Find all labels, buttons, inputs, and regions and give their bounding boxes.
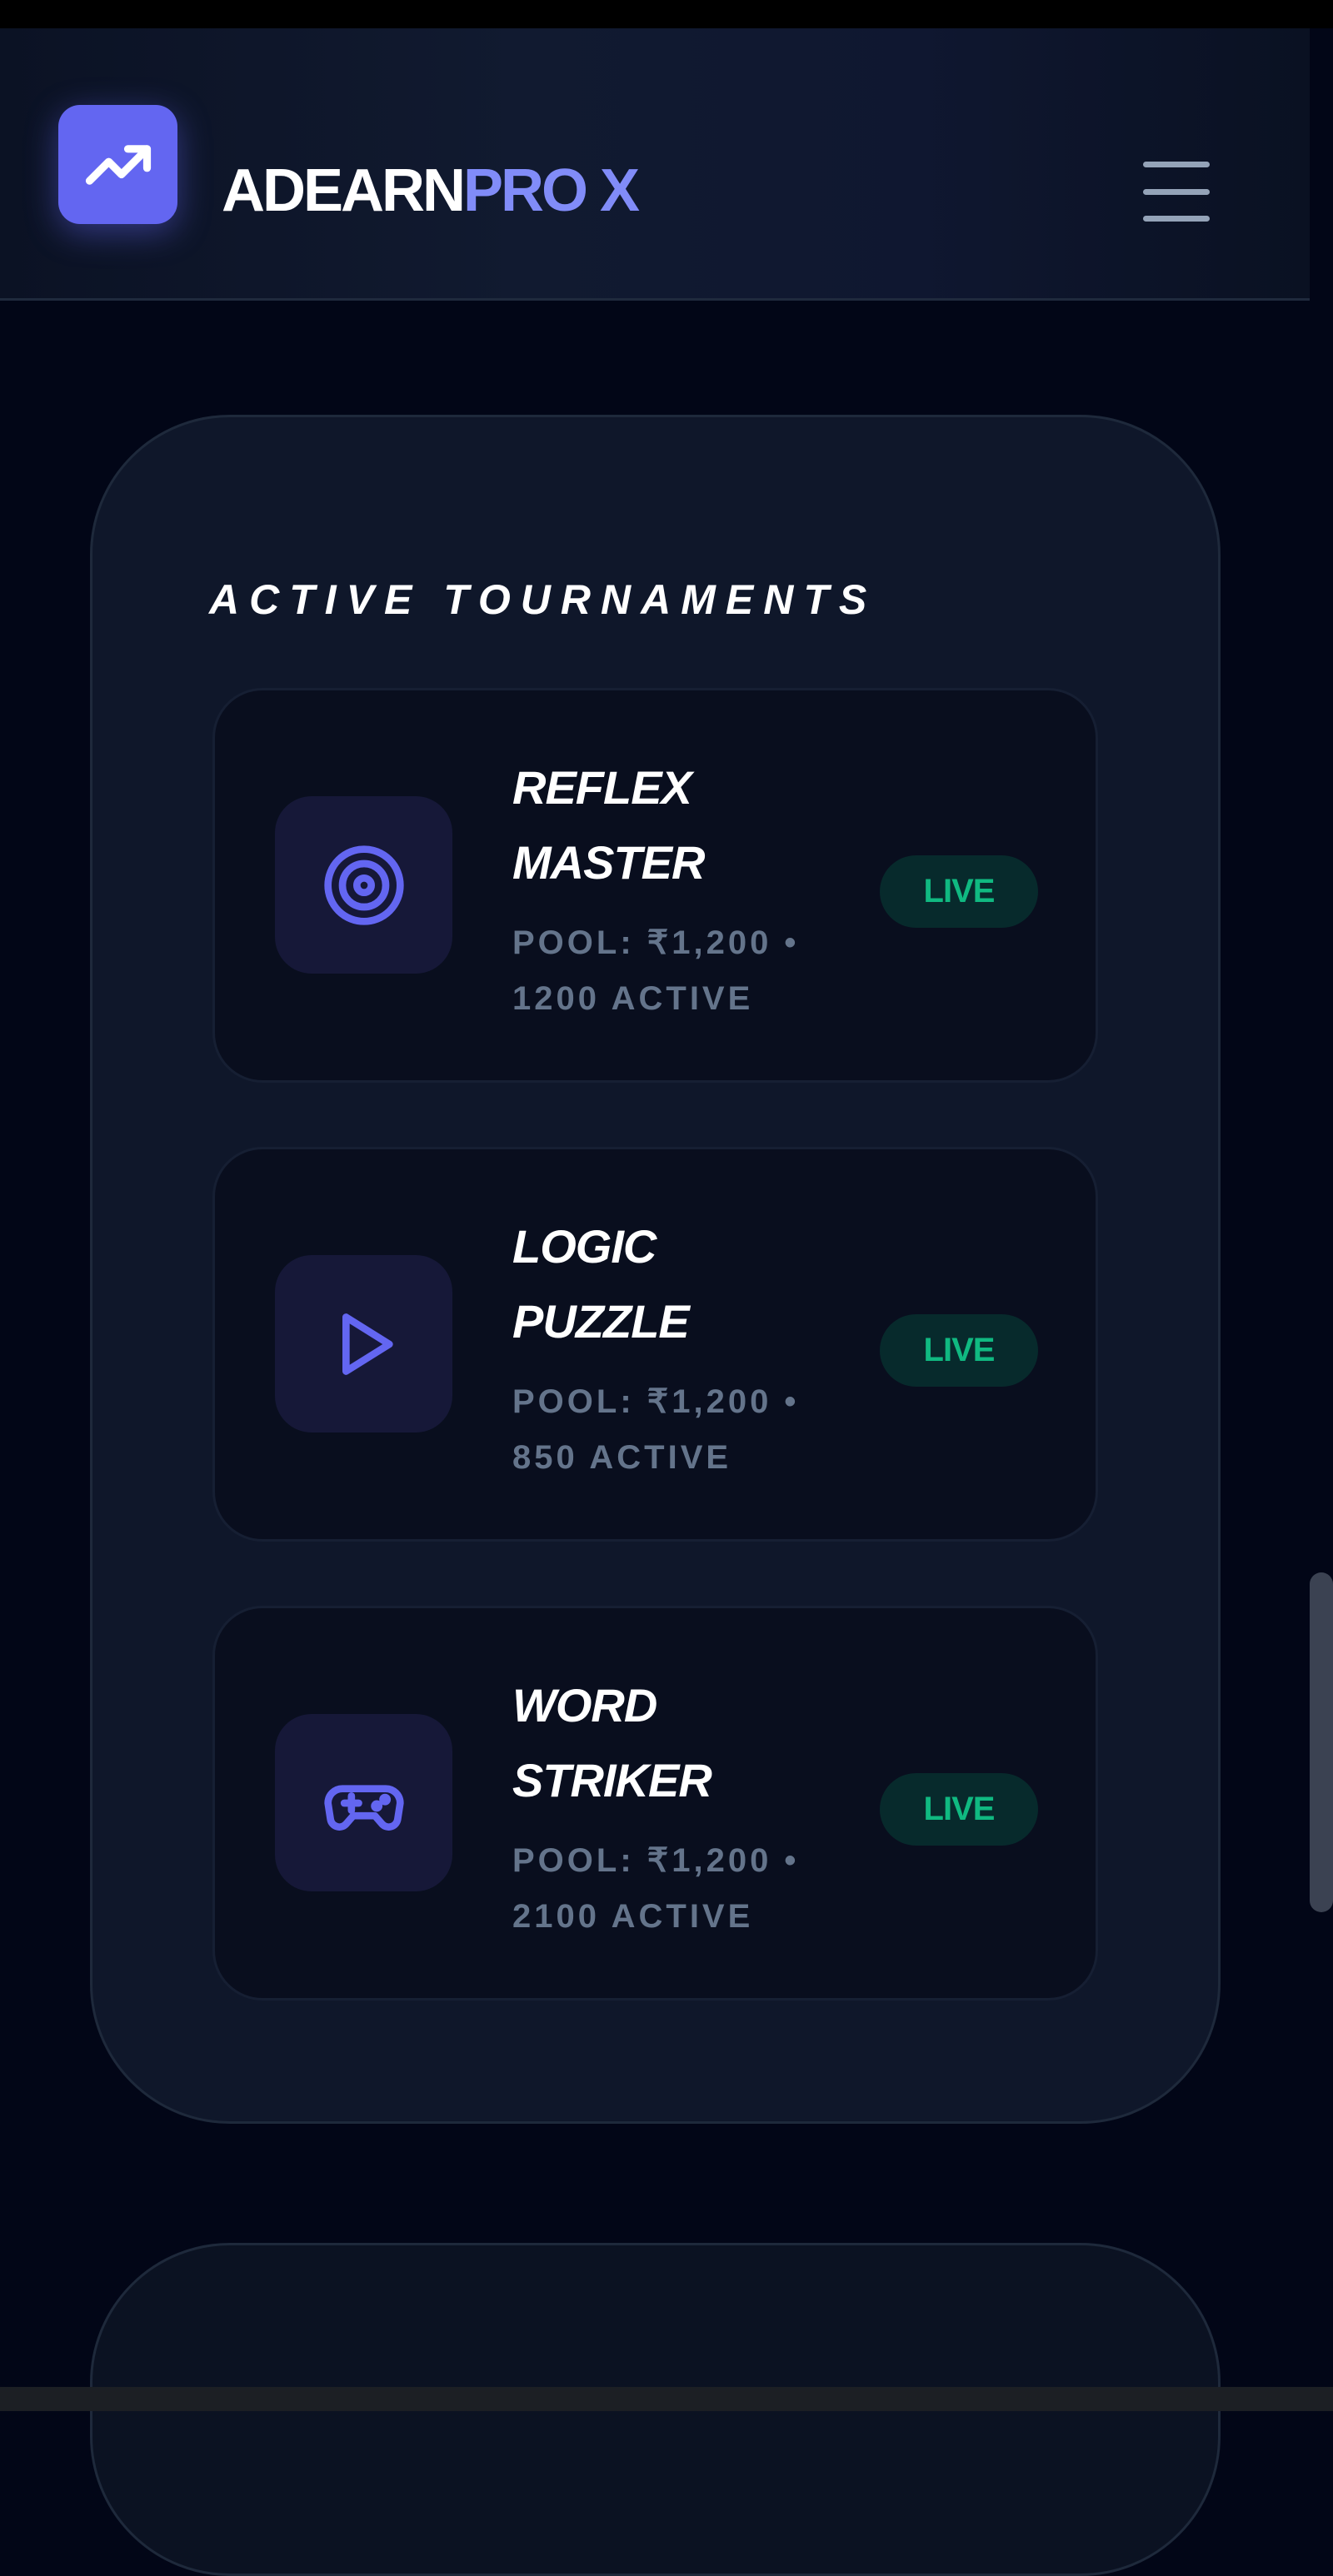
status-bar — [0, 0, 1333, 28]
tournament-meta: POOL: ₹1,200 • 2100 ACTIVE — [512, 1833, 862, 1945]
gamepad-icon — [323, 1784, 404, 1831]
menu-line — [1143, 188, 1210, 195]
brand-name[interactable]: ADEARNPRO X — [222, 153, 640, 228]
trending-up-icon — [85, 144, 151, 185]
tournament-name: WORD STRIKER — [512, 1668, 779, 1818]
tournament-name: REFLEX MASTER — [512, 750, 779, 900]
tournament-icon-tile — [275, 796, 452, 974]
tournament-meta: POOL: ₹1,200 • 1200 ACTIVE — [512, 915, 862, 1027]
tournament-name-line: LOGIC — [512, 1220, 657, 1273]
tournament-active-count: 2100 ACTIVE — [512, 1898, 754, 1935]
tournament-pool: POOL: ₹1,200 • — [512, 1383, 800, 1420]
menu-line — [1143, 162, 1210, 167]
hamburger-menu-icon[interactable] — [1141, 158, 1211, 225]
tournament-icon-tile — [275, 1714, 452, 1891]
tournament-name-line: MASTER — [512, 836, 705, 889]
tournament-name-line: REFLEX — [512, 761, 692, 814]
scrollbar-thumb[interactable] — [1310, 1572, 1333, 1912]
tournament-name-line: STRIKER — [512, 1754, 712, 1806]
menu-line — [1143, 216, 1210, 222]
brand-name-primary: ADEARN — [222, 157, 466, 224]
tournament-name-line: PUZZLE — [512, 1295, 690, 1348]
tournament-name-line: WORD — [512, 1679, 657, 1731]
tournament-card-logic-puzzle[interactable]: LOGIC PUZZLE POOL: ₹1,200 • 850 ACTIVE L… — [212, 1147, 1098, 1542]
tournament-card-word-striker[interactable]: WORD STRIKER POOL: ₹1,200 • 2100 ACTIVE … — [212, 1606, 1098, 2001]
target-icon — [323, 845, 404, 925]
tournament-active-count: 1200 ACTIVE — [512, 980, 754, 1017]
live-status-badge: LIVE — [880, 1773, 1038, 1846]
tournament-meta: POOL: ₹1,200 • 850 ACTIVE — [512, 1374, 862, 1486]
play-icon — [342, 1313, 393, 1375]
brand-name-accent: PRO X — [463, 157, 640, 224]
live-status-badge: LIVE — [880, 855, 1038, 928]
tournament-pool: POOL: ₹1,200 • — [512, 924, 800, 961]
section-title: ACTIVE TOURNAMENTS — [209, 575, 877, 623]
tournament-name: LOGIC PUZZLE — [512, 1209, 779, 1359]
tournament-pool: POOL: ₹1,200 • — [512, 1842, 800, 1879]
logo-button[interactable] — [58, 105, 177, 224]
live-status-badge: LIVE — [880, 1314, 1038, 1387]
bottom-bar — [0, 2387, 1333, 2411]
app-header: ADEARNPRO X — [0, 28, 1310, 301]
tournament-card-reflex-master[interactable]: REFLEX MASTER POOL: ₹1,200 • 1200 ACTIVE… — [212, 688, 1098, 1083]
tournament-icon-tile — [275, 1255, 452, 1432]
tournament-active-count: 850 ACTIVE — [512, 1439, 732, 1476]
